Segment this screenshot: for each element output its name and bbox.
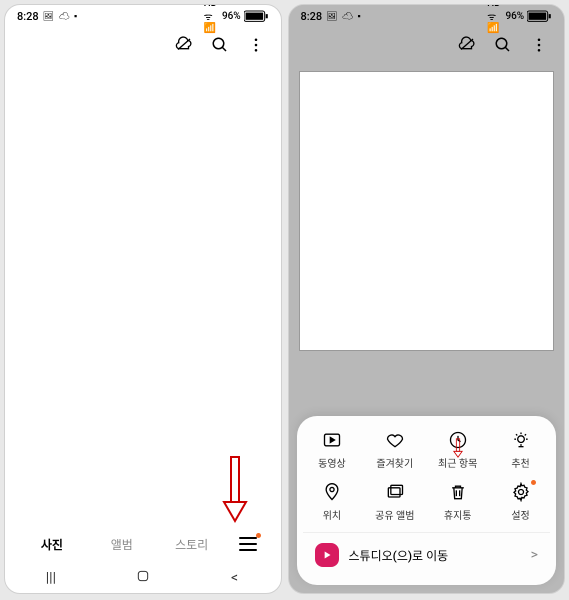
more-icon[interactable] bbox=[530, 36, 548, 58]
menu-shared-albums[interactable]: 공유 앨범 bbox=[365, 482, 424, 522]
menu-item-label: 공유 앨범 bbox=[375, 507, 414, 522]
status-bar: 8:28 🖼 ☁ ▪ HD ᯤ 📶 96% bbox=[5, 5, 281, 27]
menu-favorites[interactable]: 즐겨찾기 bbox=[365, 430, 424, 470]
annotation-arrow bbox=[220, 455, 250, 525]
status-app-icons: 🖼 ☁ ▪ bbox=[43, 11, 79, 22]
menu-settings[interactable]: 설정 bbox=[491, 482, 550, 522]
studio-link[interactable]: 스튜디오(으)로 이동 > bbox=[303, 532, 551, 577]
status-network: HD ᯤ 📶 bbox=[204, 4, 219, 34]
menu-item-label: 휴지통 bbox=[444, 507, 472, 522]
nav-recents-icon[interactable]: ||| bbox=[43, 570, 59, 586]
studio-icon bbox=[315, 543, 339, 567]
system-nav-bar: ||| < bbox=[5, 565, 281, 591]
phone-screen-right: 8:28 🖼 ☁ ▪ HD ᯤ 📶 96% 동영상 즐겨찾기 bbox=[288, 4, 566, 594]
battery-icon bbox=[244, 10, 269, 22]
status-time: 8:28 bbox=[301, 10, 323, 23]
menu-bottom-sheet: 동영상 즐겨찾기 최근 항목 추천 위치 공유 앨범 bbox=[297, 416, 557, 585]
menu-videos[interactable]: 동영상 bbox=[303, 430, 362, 470]
bottom-tab-bar: 사진 앨범 스토리 bbox=[5, 525, 281, 563]
studio-label: 스튜디오(으)로 이동 bbox=[349, 547, 521, 564]
menu-button[interactable] bbox=[227, 537, 269, 551]
status-app-icons: 🖼 ☁ ▪ bbox=[326, 11, 362, 22]
cloud-sync-icon[interactable] bbox=[458, 36, 476, 58]
menu-suggested[interactable]: 추천 bbox=[491, 430, 550, 470]
menu-location[interactable]: 위치 bbox=[303, 482, 362, 522]
menu-item-label: 추천 bbox=[511, 455, 529, 470]
menu-trash[interactable]: 휴지통 bbox=[428, 482, 487, 522]
photo-grid-empty bbox=[5, 71, 281, 511]
status-time: 8:28 bbox=[17, 10, 39, 23]
menu-item-label: 위치 bbox=[323, 507, 341, 522]
notification-dot bbox=[531, 480, 536, 485]
nav-home-icon[interactable] bbox=[135, 568, 151, 588]
menu-item-label: 동영상 bbox=[318, 455, 346, 470]
menu-item-label: 즐겨찾기 bbox=[376, 455, 413, 470]
more-icon[interactable] bbox=[247, 36, 265, 58]
tab-albums[interactable]: 앨범 bbox=[87, 536, 157, 553]
photo-grid-dimmed bbox=[299, 71, 555, 351]
status-bar: 8:28 🖼 ☁ ▪ HD ᯤ 📶 96% bbox=[289, 5, 565, 27]
search-icon[interactable] bbox=[211, 36, 229, 58]
status-battery: 96% bbox=[222, 11, 241, 22]
tab-photos[interactable]: 사진 bbox=[17, 536, 87, 553]
phone-screen-left: 8:28 🖼 ☁ ▪ HD ᯤ 📶 96% 사진 앨범 스토리 bbox=[4, 4, 282, 594]
notification-dot bbox=[256, 533, 261, 538]
annotation-arrow bbox=[448, 438, 468, 458]
tab-stories[interactable]: 스토리 bbox=[157, 536, 227, 553]
status-battery: 96% bbox=[505, 11, 524, 22]
battery-icon bbox=[527, 10, 552, 22]
menu-item-label: 설정 bbox=[511, 507, 529, 522]
hamburger-icon bbox=[239, 537, 257, 551]
search-icon[interactable] bbox=[494, 36, 512, 58]
status-network: HD ᯤ 📶 bbox=[487, 4, 502, 34]
cloud-sync-icon[interactable] bbox=[175, 36, 193, 58]
nav-back-icon[interactable]: < bbox=[227, 570, 243, 586]
chevron-right-icon: > bbox=[531, 547, 538, 563]
